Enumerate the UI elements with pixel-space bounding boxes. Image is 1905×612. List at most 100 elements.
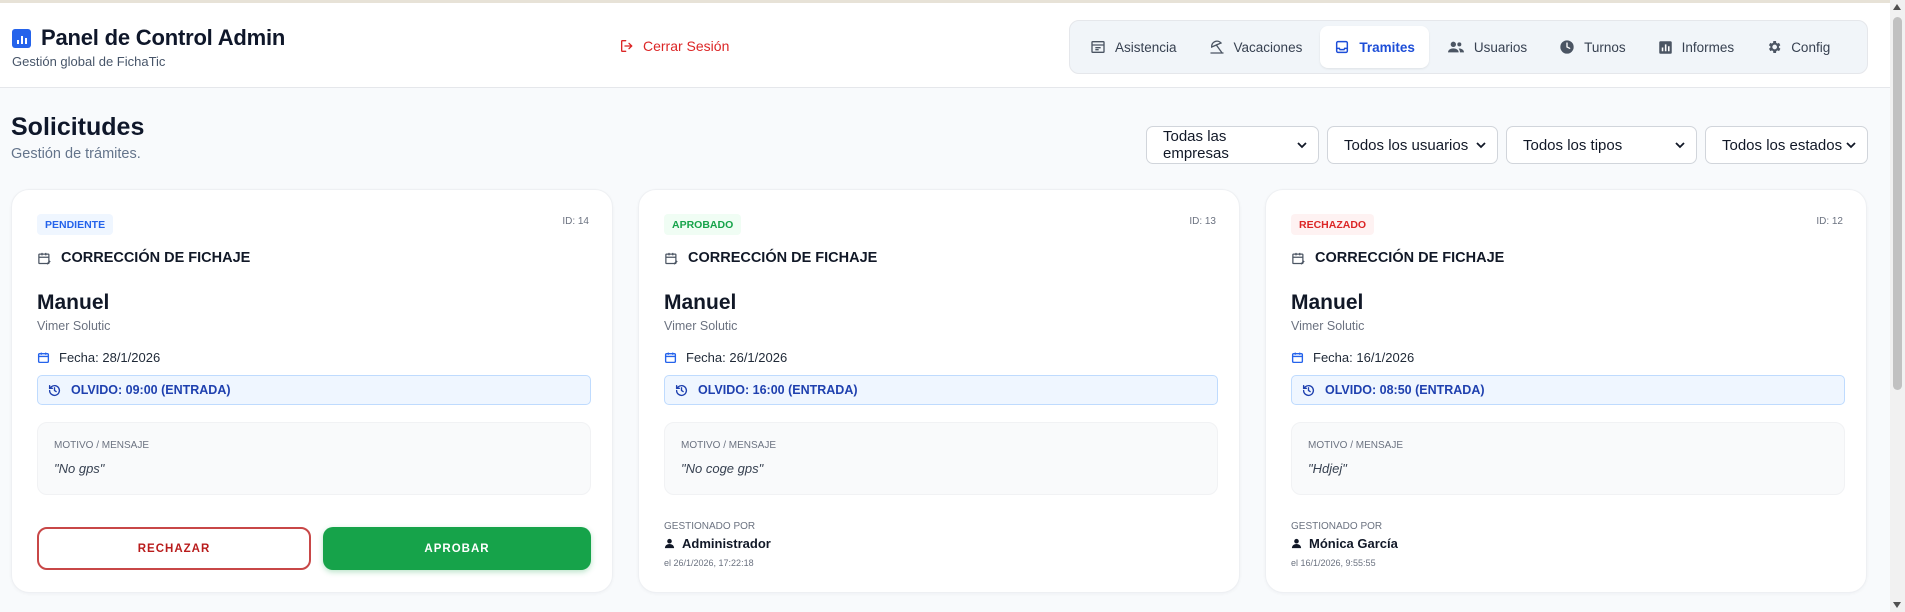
request-type: CORRECCIÓN DE FICHAJE [1291,250,1504,266]
reason-label: MOTIVO / MENSAJE [54,440,150,451]
attendance-icon [1091,41,1105,53]
nav-item-vacaciones[interactable]: Vacaciones [1195,26,1317,68]
user-name: Manuel [1291,291,1364,314]
request-type-label: CORRECCIÓN DE FICHAJE [1315,250,1505,266]
scroll-up-arrow-icon[interactable] [1893,4,1901,10]
status-badge: PENDIENTE [37,214,114,235]
person-icon [664,538,675,549]
company-name: Vimer Solutic [1291,319,1365,333]
nav-item-usuarios[interactable]: Usuarios [1433,26,1541,68]
status-badge: RECHAZADO [1291,214,1375,235]
status-filter-select[interactable]: Todos los estados [1705,126,1868,164]
nav-item-label: Vacaciones [1233,39,1303,55]
select-value: Todas las empresas [1163,128,1229,162]
calendar-icon [1291,352,1304,364]
forgotten-punch-label: OLVIDO: 08:50 (ENTRADA) [1325,383,1485,397]
request-type-label: CORRECCIÓN DE FICHAJE [61,250,251,266]
managed-date: el 16/1/2026, 9:55:55 [1291,558,1376,568]
user-filter-select[interactable]: Todos los usuarios [1327,126,1498,164]
forgotten-punch-info: OLVIDO: 08:50 (ENTRADA) [1291,375,1845,405]
logout-label: Cerrar Sesión [643,38,730,54]
select-value: Todos los estados [1722,136,1843,154]
request-date-label: Fecha: 28/1/2026 [59,350,161,365]
manager-name: Mónica García [1309,536,1398,551]
company-filter-select[interactable]: Todas las empresas [1146,126,1319,164]
history-icon [48,384,61,396]
brand: Panel de Control Admin Gestión global de… [12,25,285,69]
reason-box: MOTIVO / MENSAJE "Hdjej" [1291,422,1845,495]
reject-button[interactable]: RECHAZAR [37,527,311,570]
reason-label: MOTIVO / MENSAJE [1308,440,1404,451]
nav-item-label: Config [1791,39,1831,55]
manager-name: Administrador [682,536,771,551]
scrollbar-thumb[interactable] [1893,17,1902,390]
logout-button[interactable]: Cerrar Sesión [619,38,729,54]
calendar-edit-icon [665,252,678,265]
nav-item-informes[interactable]: Informes [1644,26,1749,68]
status-badge: APROBADO [664,214,742,235]
history-icon [1302,384,1315,396]
filters-bar: Todas las empresas Todos los usuarios To… [1146,126,1868,164]
app-title: Panel de Control Admin [41,25,286,50]
bar-chart-icon [1658,40,1672,54]
reason-text: "Hdjej" [1308,461,1347,476]
nav-item-tramites[interactable]: Tramites [1320,26,1429,68]
request-type-label: CORRECCIÓN DE FICHAJE [688,250,878,266]
request-date: Fecha: 16/1/2026 [1291,350,1414,365]
logout-icon [621,40,633,52]
nav-item-turnos[interactable]: Turnos [1545,26,1640,68]
chevron-down-icon [1675,142,1685,149]
company-name: Vimer Solutic [664,319,738,333]
request-card-approved: APROBADO ID: 13 CORRECCIÓN DE FICHAJE Ma… [638,189,1240,593]
managed-by: Administrador [664,536,771,551]
nav-item-label: Asistencia [1115,39,1177,55]
reason-label: MOTIVO / MENSAJE [681,440,777,451]
managed-by-label: GESTIONADO POR [1291,521,1383,532]
gear-icon [1769,41,1781,53]
forgotten-punch-label: OLVIDO: 16:00 (ENTRADA) [698,383,858,397]
type-filter-select[interactable]: Todos los tipos [1506,126,1697,164]
nav-item-label: Turnos [1584,39,1626,55]
nav-item-asistencia[interactable]: Asistencia [1076,26,1191,68]
managed-date: el 26/1/2026, 17:22:18 [664,558,754,568]
approve-button[interactable]: APROBAR [323,527,591,570]
request-id: ID: 14 [562,216,589,227]
users-icon [1447,41,1464,53]
app-subtitle: Gestión global de FichaTic [12,54,166,69]
request-type: CORRECCIÓN DE FICHAJE [37,250,250,266]
request-date: Fecha: 28/1/2026 [37,350,160,365]
history-icon [675,384,688,396]
forgotten-punch-info: OLVIDO: 09:00 (ENTRADA) [37,375,591,405]
request-date-label: Fecha: 16/1/2026 [1313,350,1415,365]
calendar-icon [664,352,677,364]
chevron-down-icon [1297,142,1307,149]
user-name: Manuel [664,291,737,314]
forgotten-punch-info: OLVIDO: 16:00 (ENTRADA) [664,375,1218,405]
reason-box: MOTIVO / MENSAJE "No gps" [37,422,591,495]
reason-text: "No gps" [54,461,105,476]
reason-text: "No coge gps" [681,461,764,476]
request-date: Fecha: 26/1/2026 [664,350,787,365]
scroll-down-arrow-icon[interactable] [1893,602,1901,608]
calendar-edit-icon [38,252,51,265]
beach-umbrella-icon [1209,40,1224,54]
chevron-down-icon [1476,142,1486,149]
managed-by-label: GESTIONADO POR [664,521,756,532]
request-card-pending: PENDIENTE ID: 14 CORRECCIÓN DE FICHAJE M… [11,189,613,593]
page-subtitle: Gestión de trámites. [11,146,141,162]
request-id: ID: 13 [1189,216,1216,227]
nav-item-label: Informes [1681,39,1735,55]
calendar-icon [37,352,50,364]
inbox-icon [1336,40,1349,54]
app-header: Panel de Control Admin Gestión global de… [0,3,1890,88]
forgotten-punch-label: OLVIDO: 09:00 (ENTRADA) [71,383,231,397]
request-card-rejected: RECHAZADO ID: 12 CORRECCIÓN DE FICHAJE M… [1265,189,1867,593]
select-value: Todos los tipos [1523,136,1623,154]
select-value: Todos los usuarios [1344,136,1469,154]
nav-item-config[interactable]: Config [1752,26,1844,68]
nav-item-label: Usuarios [1473,39,1528,55]
page-title: Solicitudes [11,113,145,141]
managed-by: Mónica García [1291,536,1398,551]
page-scrollbar[interactable] [1890,0,1905,612]
person-icon [1291,538,1302,549]
